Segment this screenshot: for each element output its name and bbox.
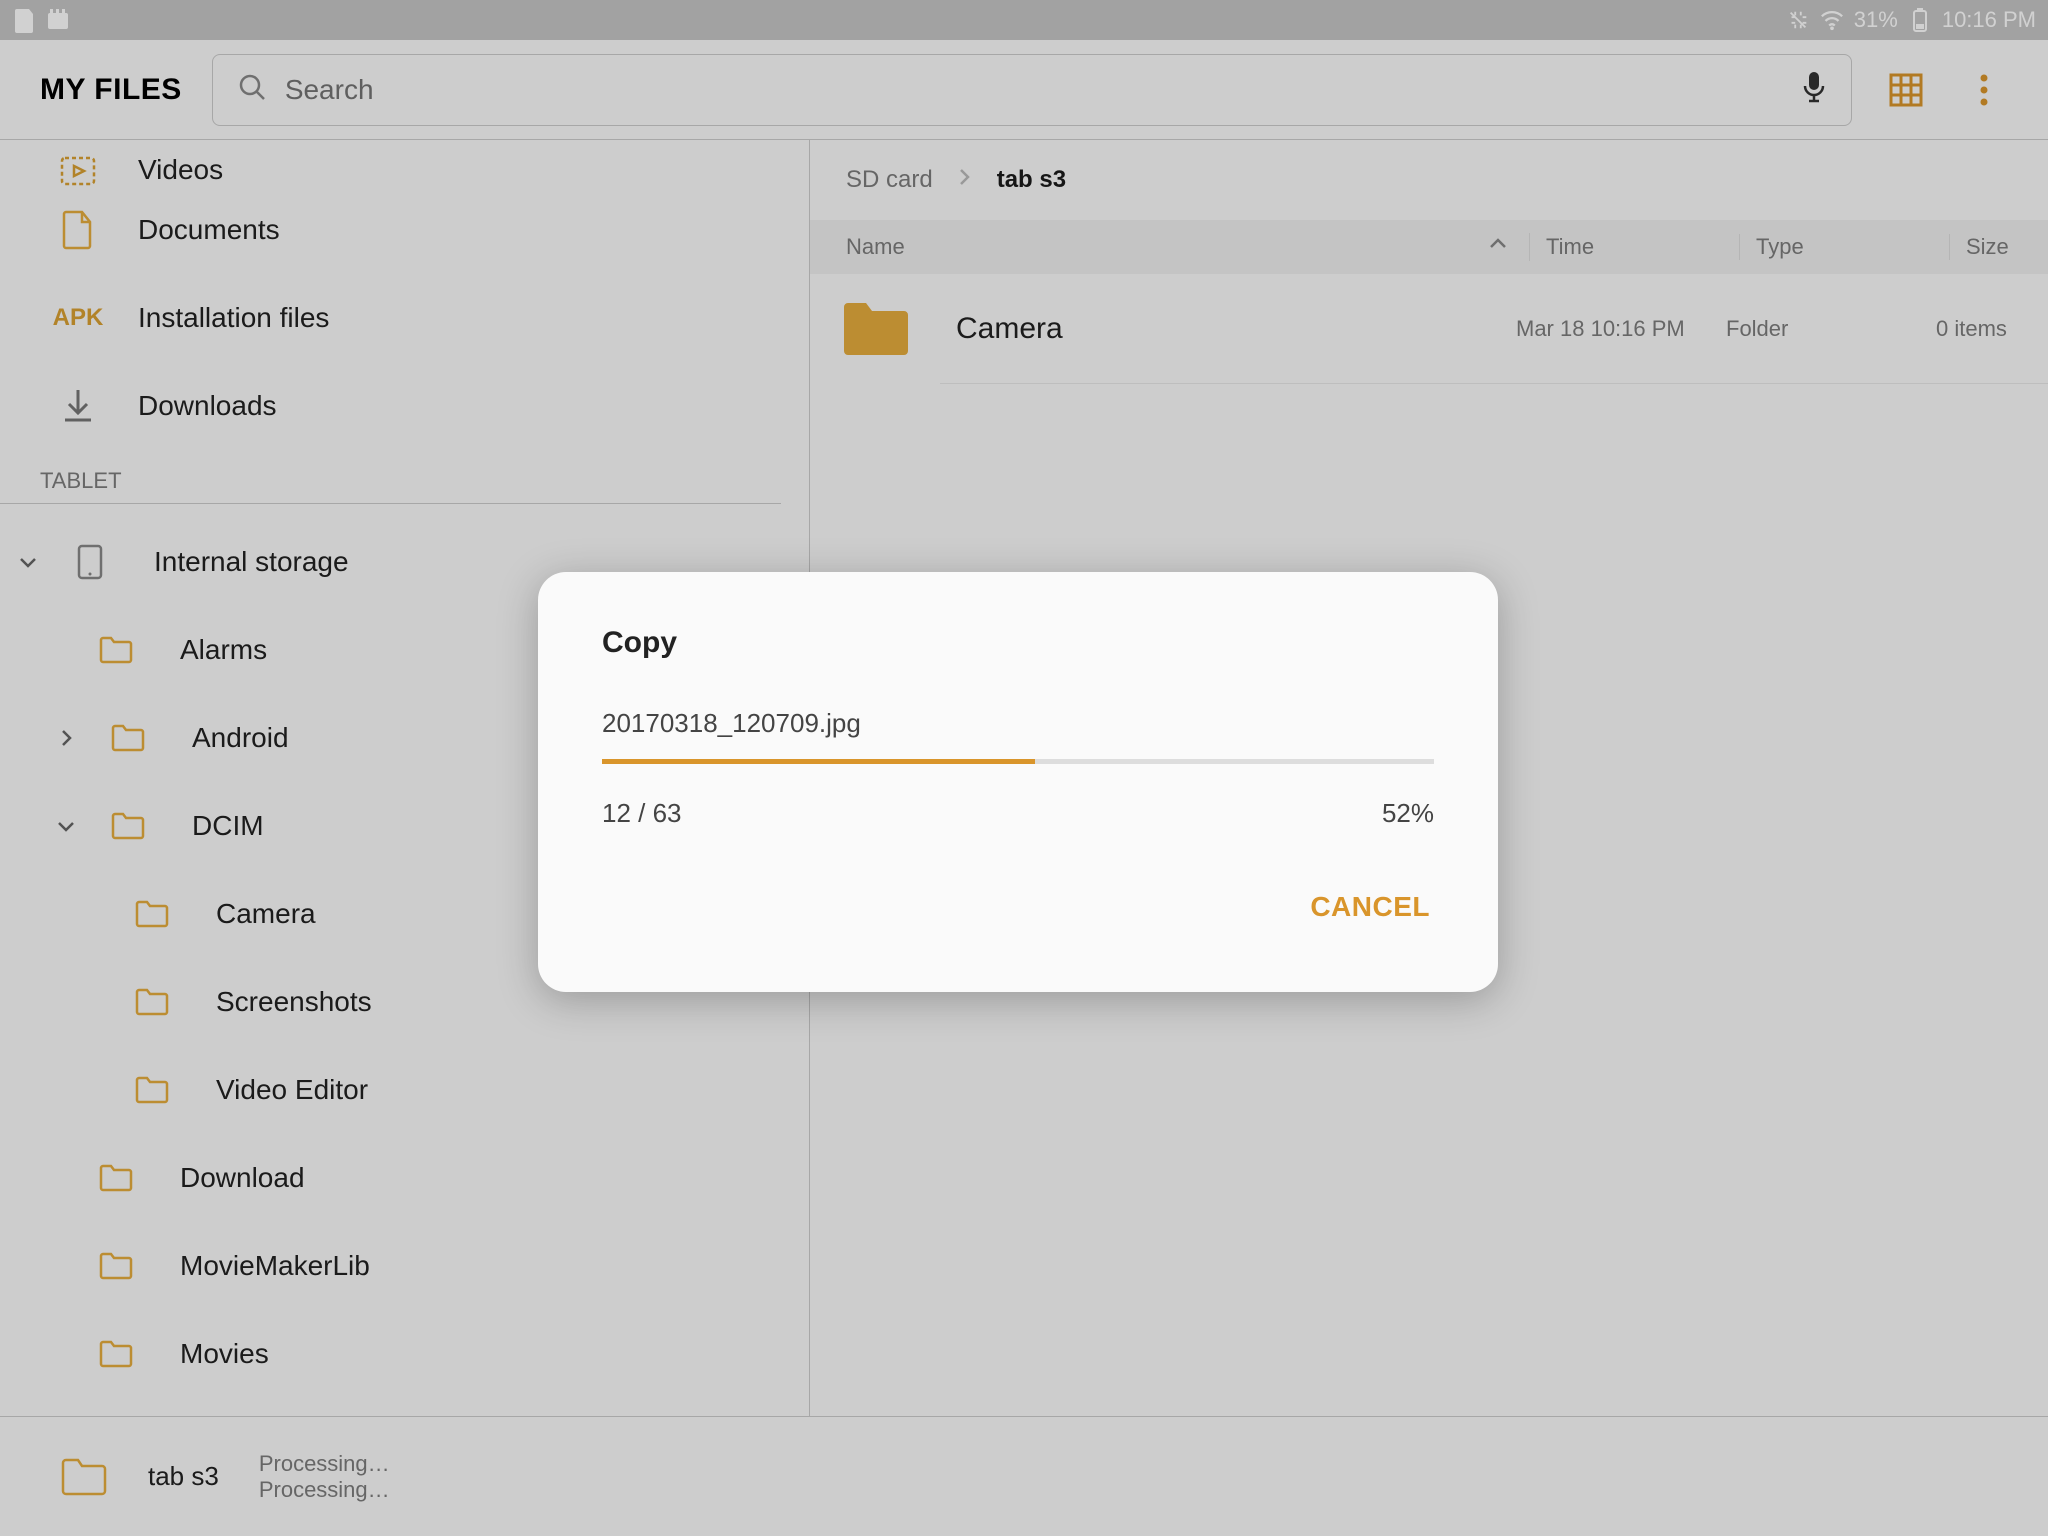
tree-label: Screenshots	[194, 986, 372, 1018]
tree-movies[interactable]: Movies	[0, 1310, 809, 1398]
processing-status: Processing… Processing…	[259, 1451, 390, 1503]
sidebar-item-documents[interactable]: Documents	[0, 186, 809, 274]
breadcrumb-root[interactable]: SD card	[846, 166, 933, 194]
chevron-right-icon	[955, 166, 975, 194]
sidebar-item-label: Downloads	[138, 390, 277, 422]
progress-fill	[602, 759, 1035, 764]
folder-icon	[96, 636, 136, 664]
tree-label: Camera	[194, 898, 316, 930]
row-name: Camera	[956, 312, 1516, 346]
folder-icon	[132, 900, 172, 928]
breadcrumb-current: tab s3	[997, 166, 1066, 194]
tree-label: Movies	[158, 1338, 269, 1370]
sidebar-item-videos[interactable]: Videos	[0, 140, 809, 186]
grid-view-button[interactable]	[1882, 66, 1930, 114]
status-bar: 31% 10:16 PM	[0, 0, 2048, 40]
tree-label: DCIM	[170, 810, 264, 842]
progress-bar	[602, 759, 1434, 764]
tree-label: MovieMakerLib	[158, 1250, 370, 1282]
device-icon	[70, 544, 110, 580]
apk-icon: APK	[53, 304, 104, 332]
battery-icon	[1908, 8, 1932, 32]
tree-moviemakerlib[interactable]: MovieMakerLib	[0, 1222, 809, 1310]
sidebar-item-label: Videos	[138, 154, 223, 186]
folder-icon	[60, 1457, 108, 1497]
sidebar-item-label: Installation files	[138, 302, 329, 334]
chevron-down-icon[interactable]	[46, 814, 86, 838]
tree-label: Download	[158, 1162, 305, 1194]
tree-video-editor[interactable]: Video Editor	[0, 1046, 809, 1134]
progress-count: 12 / 63	[602, 798, 682, 829]
breadcrumb: SD card tab s3	[810, 140, 2048, 220]
tree-download[interactable]: Download	[0, 1134, 809, 1222]
search-box[interactable]	[212, 54, 1852, 126]
battery-percent: 31%	[1854, 7, 1898, 33]
vibrate-icon	[1786, 8, 1810, 32]
current-file: 20170318_120709.jpg	[602, 708, 1434, 739]
app-bar: MY FILES	[0, 40, 2048, 140]
dialog-title: Copy	[602, 626, 1434, 660]
column-size[interactable]: Size	[1950, 234, 2048, 260]
cancel-button[interactable]: CANCEL	[1306, 879, 1434, 935]
search-icon	[237, 72, 267, 107]
tree-label: Video Editor	[194, 1074, 368, 1106]
column-type[interactable]: Type	[1740, 234, 1950, 260]
table-row[interactable]: Camera Mar 18 10:16 PM Folder 0 items	[940, 274, 2048, 384]
folder-icon	[96, 1340, 136, 1368]
destination-name: tab s3	[148, 1461, 219, 1492]
sidebar-item-apk[interactable]: APK Installation files	[0, 274, 809, 362]
sdcard-icon	[12, 8, 36, 32]
row-type: Folder	[1726, 316, 1936, 342]
sort-asc-icon	[1487, 233, 1509, 261]
row-time: Mar 18 10:16 PM	[1516, 316, 1726, 342]
more-menu-button[interactable]	[1960, 66, 2008, 114]
folder-icon	[108, 812, 148, 840]
status-time: 10:16 PM	[1942, 7, 2036, 33]
search-input[interactable]	[285, 74, 1783, 106]
sidebar-item-downloads[interactable]: Downloads	[0, 362, 809, 450]
chevron-down-icon[interactable]	[8, 550, 48, 574]
chevron-right-icon[interactable]	[46, 726, 86, 750]
media-icon	[46, 8, 70, 32]
column-time[interactable]: Time	[1530, 234, 1740, 260]
mic-icon[interactable]	[1801, 70, 1827, 109]
videos-icon	[58, 156, 98, 186]
folder-icon	[96, 1164, 136, 1192]
folder-icon	[840, 299, 912, 359]
row-size: 0 items	[1936, 316, 2048, 342]
tree-label: Alarms	[158, 634, 267, 666]
sidebar-item-label: Documents	[138, 214, 280, 246]
folder-icon	[132, 988, 172, 1016]
folder-icon	[132, 1076, 172, 1104]
bottom-status-bar: tab s3 Processing… Processing…	[0, 1416, 2048, 1536]
copy-progress-dialog: Copy 20170318_120709.jpg 12 / 63 52% CAN…	[538, 572, 1498, 992]
progress-percent: 52%	[1382, 798, 1434, 829]
wifi-icon	[1820, 8, 1844, 32]
column-name[interactable]: Name	[810, 233, 1530, 261]
tree-label: Internal storage	[132, 546, 349, 578]
table-header: Name Time Type Size	[810, 220, 2048, 274]
folder-icon	[108, 724, 148, 752]
documents-icon	[58, 210, 98, 250]
tree-label: Android	[170, 722, 289, 754]
app-title: MY FILES	[40, 73, 182, 107]
folder-icon	[96, 1252, 136, 1280]
sidebar-section-tablet: TABLET	[0, 458, 781, 504]
downloads-icon	[58, 388, 98, 424]
